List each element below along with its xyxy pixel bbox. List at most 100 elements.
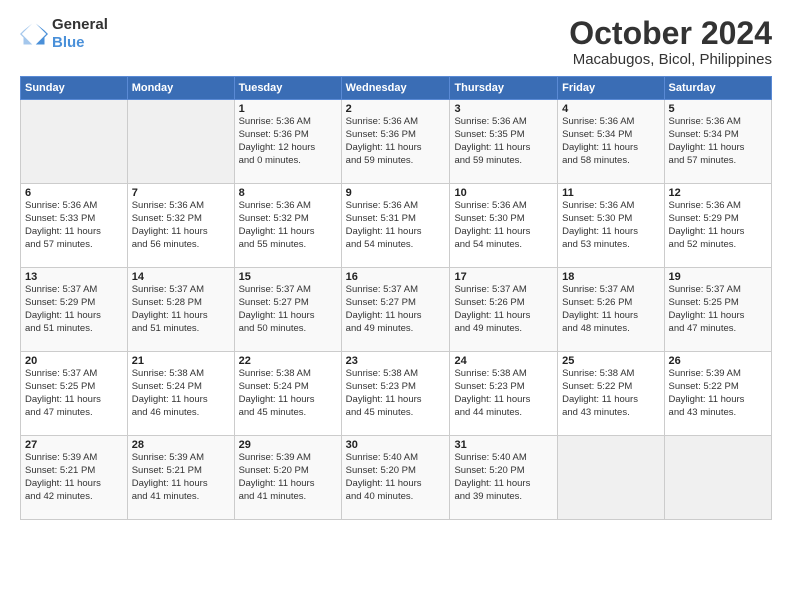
logo-line2: Blue — [52, 34, 108, 52]
day-info: Sunrise: 5:36 AM Sunset: 5:32 PM Dayligh… — [239, 200, 337, 251]
day-info: Sunrise: 5:37 AM Sunset: 5:25 PM Dayligh… — [669, 284, 767, 335]
day-number: 19 — [669, 271, 767, 283]
calendar-cell: 26Sunrise: 5:39 AM Sunset: 5:22 PM Dayli… — [664, 352, 771, 436]
day-number: 6 — [25, 187, 123, 199]
day-info: Sunrise: 5:39 AM Sunset: 5:21 PM Dayligh… — [132, 452, 230, 503]
day-info: Sunrise: 5:36 AM Sunset: 5:33 PM Dayligh… — [25, 200, 123, 251]
calendar-cell — [664, 436, 771, 520]
week-row-2: 6Sunrise: 5:36 AM Sunset: 5:33 PM Daylig… — [21, 184, 772, 268]
day-info: Sunrise: 5:40 AM Sunset: 5:20 PM Dayligh… — [346, 452, 446, 503]
weekday-header-monday: Monday — [127, 77, 234, 100]
calendar-cell: 15Sunrise: 5:37 AM Sunset: 5:27 PM Dayli… — [234, 268, 341, 352]
calendar-cell: 21Sunrise: 5:38 AM Sunset: 5:24 PM Dayli… — [127, 352, 234, 436]
day-number: 23 — [346, 355, 446, 367]
title-block: October 2024 Macabugos, Bicol, Philippin… — [569, 16, 772, 68]
logo: General Blue — [20, 16, 108, 52]
calendar-cell — [21, 100, 128, 184]
calendar-cell: 8Sunrise: 5:36 AM Sunset: 5:32 PM Daylig… — [234, 184, 341, 268]
day-info: Sunrise: 5:37 AM Sunset: 5:27 PM Dayligh… — [346, 284, 446, 335]
calendar-cell: 2Sunrise: 5:36 AM Sunset: 5:36 PM Daylig… — [341, 100, 450, 184]
day-number: 25 — [562, 355, 659, 367]
day-number: 17 — [454, 271, 553, 283]
day-info: Sunrise: 5:36 AM Sunset: 5:36 PM Dayligh… — [346, 116, 446, 167]
calendar-title: October 2024 — [569, 16, 772, 51]
day-info: Sunrise: 5:36 AM Sunset: 5:29 PM Dayligh… — [669, 200, 767, 251]
calendar-cell: 7Sunrise: 5:36 AM Sunset: 5:32 PM Daylig… — [127, 184, 234, 268]
day-number: 1 — [239, 103, 337, 115]
week-row-1: 1 Sunrise: 5:36 AM Sunset: 5:36 PM Daylig… — [21, 100, 772, 184]
weekday-header-row: SundayMondayTuesdayWednesdayThursdayFrid… — [21, 77, 772, 100]
day-info: Sunrise: 5:38 AM Sunset: 5:24 PM Dayligh… — [239, 368, 337, 419]
day-info: Sunrise: 5:36 AM Sunset: 5:34 PM Dayligh… — [562, 116, 659, 167]
calendar-cell: 6Sunrise: 5:36 AM Sunset: 5:33 PM Daylig… — [21, 184, 128, 268]
calendar-cell: 11Sunrise: 5:36 AM Sunset: 5:30 PM Dayli… — [558, 184, 664, 268]
day-number: 21 — [132, 355, 230, 367]
week-row-4: 20Sunrise: 5:37 AM Sunset: 5:25 PM Dayli… — [21, 352, 772, 436]
calendar-cell: 5Sunrise: 5:36 AM Sunset: 5:34 PM Daylig… — [664, 100, 771, 184]
day-number: 12 — [669, 187, 767, 199]
calendar-cell: 31Sunrise: 5:40 AM Sunset: 5:20 PM Dayli… — [450, 436, 558, 520]
calendar-cell — [127, 100, 234, 184]
calendar-cell: 20Sunrise: 5:37 AM Sunset: 5:25 PM Dayli… — [21, 352, 128, 436]
day-number: 29 — [239, 439, 337, 451]
day-info: Sunrise: 5:37 AM Sunset: 5:28 PM Dayligh… — [132, 284, 230, 335]
day-number: 4 — [562, 103, 659, 115]
day-info: Sunrise: 5:38 AM Sunset: 5:23 PM Dayligh… — [454, 368, 553, 419]
calendar-cell: 1Sunrise: 5:36 AM Sunset: 5:36 PM Daylig… — [234, 100, 341, 184]
calendar-cell: 27Sunrise: 5:39 AM Sunset: 5:21 PM Dayli… — [21, 436, 128, 520]
calendar-cell: 4Sunrise: 5:36 AM Sunset: 5:34 PM Daylig… — [558, 100, 664, 184]
day-info: Sunrise: 5:37 AM Sunset: 5:29 PM Dayligh… — [25, 284, 123, 335]
day-number: 22 — [239, 355, 337, 367]
calendar-cell — [558, 436, 664, 520]
day-number: 16 — [346, 271, 446, 283]
day-info: Sunrise: 5:37 AM Sunset: 5:27 PM Dayligh… — [239, 284, 337, 335]
day-number: 18 — [562, 271, 659, 283]
day-info: Sunrise: 5:36 AM Sunset: 5:30 PM Dayligh… — [562, 200, 659, 251]
day-info: Sunrise: 5:37 AM Sunset: 5:26 PM Dayligh… — [562, 284, 659, 335]
day-info: Sunrise: 5:37 AM Sunset: 5:26 PM Dayligh… — [454, 284, 553, 335]
calendar-cell: 23Sunrise: 5:38 AM Sunset: 5:23 PM Dayli… — [341, 352, 450, 436]
logo-icon — [20, 20, 48, 48]
day-info: Sunrise: 5:38 AM Sunset: 5:23 PM Dayligh… — [346, 368, 446, 419]
day-number: 31 — [454, 439, 553, 451]
weekday-header-tuesday: Tuesday — [234, 77, 341, 100]
day-number: 5 — [669, 103, 767, 115]
calendar-cell: 16Sunrise: 5:37 AM Sunset: 5:27 PM Dayli… — [341, 268, 450, 352]
calendar-subtitle: Macabugos, Bicol, Philippines — [569, 51, 772, 68]
day-number: 30 — [346, 439, 446, 451]
day-number: 2 — [346, 103, 446, 115]
calendar-cell: 3Sunrise: 5:36 AM Sunset: 5:35 PM Daylig… — [450, 100, 558, 184]
calendar-cell: 9Sunrise: 5:36 AM Sunset: 5:31 PM Daylig… — [341, 184, 450, 268]
calendar-cell: 19Sunrise: 5:37 AM Sunset: 5:25 PM Dayli… — [664, 268, 771, 352]
day-number: 10 — [454, 187, 553, 199]
day-info: Sunrise: 5:37 AM Sunset: 5:25 PM Dayligh… — [25, 368, 123, 419]
day-info: Sunrise: 5:36 AM Sunset: 5:34 PM Dayligh… — [669, 116, 767, 167]
calendar-table: SundayMondayTuesdayWednesdayThursdayFrid… — [20, 76, 772, 520]
page: General Blue October 2024 Macabugos, Bic… — [0, 0, 792, 612]
calendar-cell: 25Sunrise: 5:38 AM Sunset: 5:22 PM Dayli… — [558, 352, 664, 436]
weekday-header-friday: Friday — [558, 77, 664, 100]
calendar-cell: 18Sunrise: 5:37 AM Sunset: 5:26 PM Dayli… — [558, 268, 664, 352]
day-number: 27 — [25, 439, 123, 451]
calendar-cell: 30Sunrise: 5:40 AM Sunset: 5:20 PM Dayli… — [341, 436, 450, 520]
day-info: Sunrise: 5:36 AM Sunset: 5:30 PM Dayligh… — [454, 200, 553, 251]
day-info: Sunrise: 5:36 AM Sunset: 5:35 PM Dayligh… — [454, 116, 553, 167]
week-row-3: 13Sunrise: 5:37 AM Sunset: 5:29 PM Dayli… — [21, 268, 772, 352]
calendar-cell: 22Sunrise: 5:38 AM Sunset: 5:24 PM Dayli… — [234, 352, 341, 436]
day-number: 13 — [25, 271, 123, 283]
day-info: Sunrise: 5:40 AM Sunset: 5:20 PM Dayligh… — [454, 452, 553, 503]
day-number: 11 — [562, 187, 659, 199]
day-info: Sunrise: 5:38 AM Sunset: 5:24 PM Dayligh… — [132, 368, 230, 419]
calendar-cell: 10Sunrise: 5:36 AM Sunset: 5:30 PM Dayli… — [450, 184, 558, 268]
day-number: 24 — [454, 355, 553, 367]
day-number: 3 — [454, 103, 553, 115]
day-info: Sunrise: 5:36 AM Sunset: 5:31 PM Dayligh… — [346, 200, 446, 251]
calendar-cell: 29Sunrise: 5:39 AM Sunset: 5:20 PM Dayli… — [234, 436, 341, 520]
day-number: 28 — [132, 439, 230, 451]
day-number: 20 — [25, 355, 123, 367]
logo-line1: General — [52, 16, 108, 34]
weekday-header-wednesday: Wednesday — [341, 77, 450, 100]
day-number: 15 — [239, 271, 337, 283]
weekday-header-sunday: Sunday — [21, 77, 128, 100]
day-info: Sunrise: 5:39 AM Sunset: 5:22 PM Dayligh… — [669, 368, 767, 419]
